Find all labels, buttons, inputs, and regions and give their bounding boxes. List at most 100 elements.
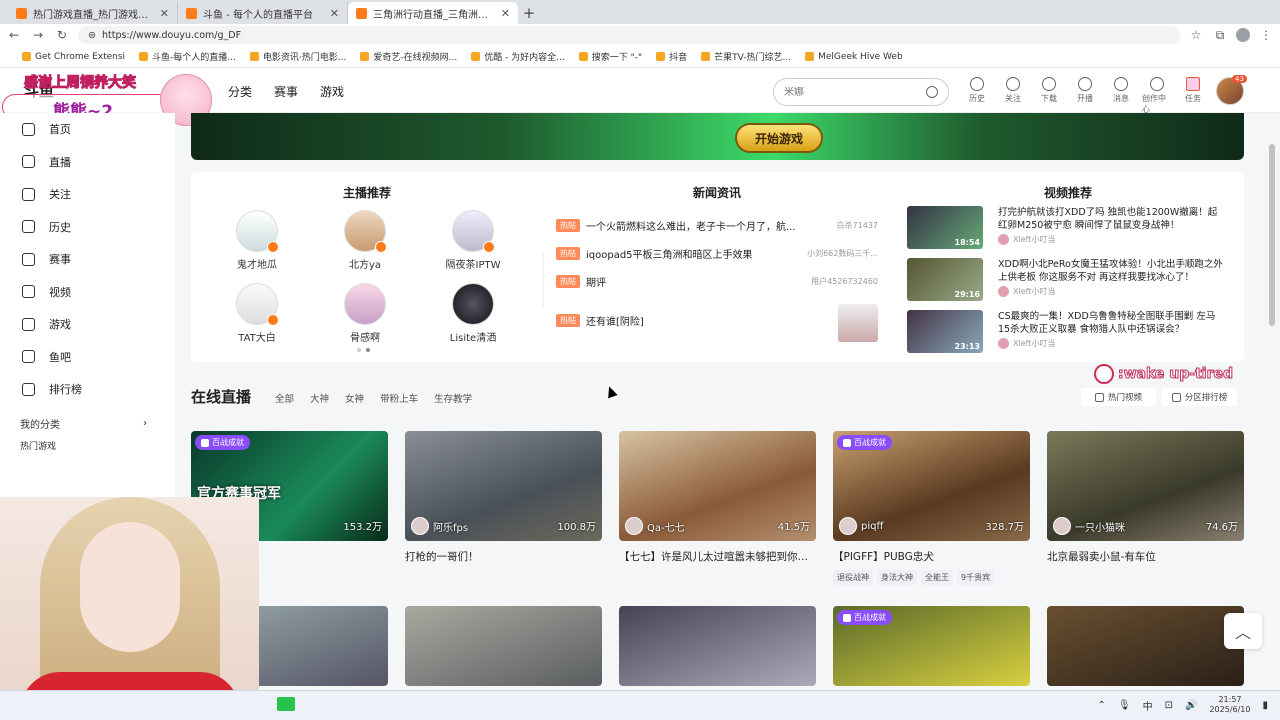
live-tab-pro[interactable]: 大神 (310, 391, 329, 405)
live-card[interactable] (1047, 606, 1244, 686)
header-messages[interactable]: 消息 (1106, 77, 1136, 115)
carousel-dot[interactable] (366, 348, 370, 352)
browser-tab-3[interactable]: 三角洲行动直播_三角洲行动直播间✕ (348, 2, 518, 24)
sidebar-item-ranking[interactable]: 排行榜 (0, 373, 175, 406)
reload-icon[interactable]: ↻ (54, 28, 70, 42)
streamer-card[interactable]: Lisite清洒 (433, 283, 513, 344)
chevron-up-icon[interactable]: ⌃ (1098, 700, 1106, 711)
rank-button[interactable]: 分区排行榜 (1162, 388, 1237, 406)
live-card[interactable]: 一只小猫咪 74.6万 北京最弱卖小鼠-有车位 (1047, 431, 1244, 564)
streamer-card[interactable]: 骨感啊 (325, 283, 405, 344)
sidebar-item-events[interactable]: 赛事 (0, 243, 175, 276)
video-title[interactable]: XDD啊小北PeRo女魔王猛攻体验！小北出手顺跑之外上供老板 你这服务不对 再这… (998, 258, 1226, 284)
live-thumbnail[interactable]: 阿乐fps 100.8万 (405, 431, 602, 541)
sidebar-item-history[interactable]: 历史 (0, 211, 175, 244)
site-info-icon[interactable]: ⊜ (88, 30, 96, 41)
nav-events[interactable]: 赛事 (274, 83, 298, 100)
live-tag[interactable]: 9千贵宾 (957, 570, 995, 585)
live-title[interactable]: 打枪的一哥们！ (405, 549, 602, 564)
video-author[interactable]: Xleft小叮当 (998, 338, 1055, 349)
live-title[interactable]: 【PIGFF】PUBG忠犬 (833, 549, 1030, 564)
microphone-icon[interactable]: 🎙 (1118, 700, 1131, 711)
menu-icon[interactable]: ⋮ (1258, 28, 1274, 42)
live-thumbnail[interactable] (1047, 606, 1244, 686)
news-item[interactable]: 热帖 还有谁[阴险] (556, 311, 836, 329)
bookmark-item[interactable]: 电影资讯·热门电影... (249, 50, 346, 63)
carousel-dot[interactable] (357, 348, 361, 352)
game-banner[interactable]: 开始游戏 (191, 113, 1244, 160)
live-tab-all[interactable]: 全部 (275, 391, 294, 405)
sidebar-item-video[interactable]: 视频 (0, 276, 175, 309)
streamer-card[interactable]: 北方ya (325, 210, 405, 271)
address-bar[interactable]: ⊜ https://www.douyu.com/g_DF (78, 26, 1180, 44)
live-thumbnail[interactable]: 一只小猫咪 74.6万 (1047, 431, 1244, 541)
extensions-icon[interactable]: ⧉ (1212, 28, 1228, 43)
taskbar-app-icon[interactable] (277, 697, 295, 711)
video-thumbnail[interactable]: 23:13 (907, 310, 983, 353)
sidebar-item-home[interactable]: 首页 (0, 113, 175, 146)
live-thumbnail[interactable]: 百战成就 (833, 606, 1030, 686)
profile-icon[interactable] (1236, 28, 1250, 42)
header-tasks[interactable]: 任务 (1178, 77, 1208, 115)
streamer-card[interactable]: TAT大白 (217, 283, 297, 344)
header-broadcast[interactable]: 开播 (1070, 77, 1100, 115)
live-thumbnail[interactable]: Qa-七七 41.5万 (619, 431, 816, 541)
hot-video-button[interactable]: 热门视频 (1081, 388, 1156, 406)
close-tab-icon[interactable]: ✕ (330, 7, 339, 20)
bookmark-item[interactable]: Get Chrome Extensi (22, 52, 125, 62)
video-item[interactable]: 23:13 CS最爽的一集！XDD乌鲁鲁特秘全图联手围剿 左马15杀大败正义取暴… (907, 310, 1227, 356)
video-thumbnail[interactable]: 18:54 (907, 206, 983, 249)
nav-games[interactable]: 游戏 (320, 83, 344, 100)
bookmark-item[interactable]: 搜索一下 "-" (578, 50, 642, 63)
live-tag[interactable]: 退役战神 (833, 570, 873, 585)
live-tab-goddess[interactable]: 女神 (345, 391, 364, 405)
live-card[interactable]: 百战成就 piqff 328.7万 【PIGFF】PUBG忠犬 退役战神 身法大… (833, 431, 1030, 585)
forward-icon[interactable]: → (30, 28, 46, 42)
news-item[interactable]: 热帖 一个火箭燃料这么难出，老子卡一个月了，航... 白杀71437 (556, 216, 878, 234)
live-card[interactable]: 阿乐fps 100.8万 打枪的一哥们！ (405, 431, 602, 564)
scroll-to-top-button[interactable]: ︿ (1224, 613, 1262, 649)
sidebar-hot-games[interactable]: 热门游戏 (0, 436, 175, 456)
notification-icon[interactable]: ▮ (1262, 700, 1268, 711)
new-tab-button[interactable]: + (518, 2, 540, 24)
header-creator[interactable]: 创作中心 (1142, 77, 1172, 115)
browser-tab-1[interactable]: 热门游戏直播_热门游戏视频_热✕ (8, 2, 178, 24)
ime-indicator[interactable]: 中 (1143, 698, 1153, 713)
system-clock[interactable]: 21:57 2025/6/10 (1209, 695, 1250, 715)
live-thumbnail[interactable]: 百战成就 piqff 328.7万 (833, 431, 1030, 541)
video-author[interactable]: Xleft小叮当 (998, 234, 1055, 245)
bookmark-item[interactable]: 抖音 (656, 50, 687, 63)
sidebar-item-follow[interactable]: 关注 (0, 178, 175, 211)
back-icon[interactable]: ← (6, 28, 22, 42)
live-thumbnail[interactable] (619, 606, 816, 686)
search-input[interactable] (784, 86, 914, 98)
sidebar-item-live[interactable]: 直播 (0, 146, 175, 179)
volume-icon[interactable]: 🔊 (1185, 700, 1197, 711)
nav-category[interactable]: 分类 (228, 83, 252, 100)
video-item[interactable]: 18:54 打完护航就该打XDD了吗 独凯也能1200W撤离！起红卵M250被宁… (907, 206, 1227, 252)
video-thumbnail[interactable]: 29:16 (907, 258, 983, 301)
sidebar-item-games[interactable]: 游戏 (0, 308, 175, 341)
start-game-button[interactable]: 开始游戏 (735, 123, 823, 153)
network-icon[interactable]: ⊡ (1165, 700, 1173, 711)
live-title[interactable]: 【七七】许是风儿太过喧嚣未够把到你的... (619, 549, 816, 564)
search-icon[interactable] (926, 86, 938, 98)
live-tab-survival[interactable]: 生存教学 (434, 391, 472, 405)
live-card[interactable]: Qa-七七 41.5万 【七七】许是风儿太过喧嚣未够把到你的... (619, 431, 816, 564)
bookmark-item[interactable]: MelGeek Hive Web (805, 52, 903, 62)
bookmark-item[interactable]: 斗鱼-每个人的直播... (139, 50, 236, 63)
header-download[interactable]: 下载 (1034, 77, 1064, 115)
bookmark-item[interactable]: 优酷 - 为好内容全... (471, 50, 565, 63)
bookmark-item[interactable]: 爱奇艺-在线视频网... (360, 50, 457, 63)
browser-tab-2[interactable]: 斗鱼 - 每个人的直播平台 ✕ (178, 2, 348, 24)
header-follow[interactable]: 关注 (998, 77, 1028, 115)
live-tab-carry[interactable]: 带粉上车 (380, 391, 418, 405)
live-card[interactable] (619, 606, 816, 686)
streamer-card[interactable]: 鬼才地瓜 (217, 210, 297, 271)
video-title[interactable]: CS最爽的一集！XDD乌鲁鲁特秘全图联手围剿 左马15杀大败正义取暴 食物猎人队… (998, 310, 1226, 336)
site-logo[interactable]: 斗鱼 (24, 80, 54, 101)
live-title[interactable]: 北京最弱卖小鼠-有车位 (1047, 549, 1244, 564)
header-history[interactable]: 历史 (962, 77, 992, 115)
live-card[interactable]: 百战成就 (833, 606, 1030, 686)
sidebar-item-fishbar[interactable]: 鱼吧 (0, 341, 175, 374)
